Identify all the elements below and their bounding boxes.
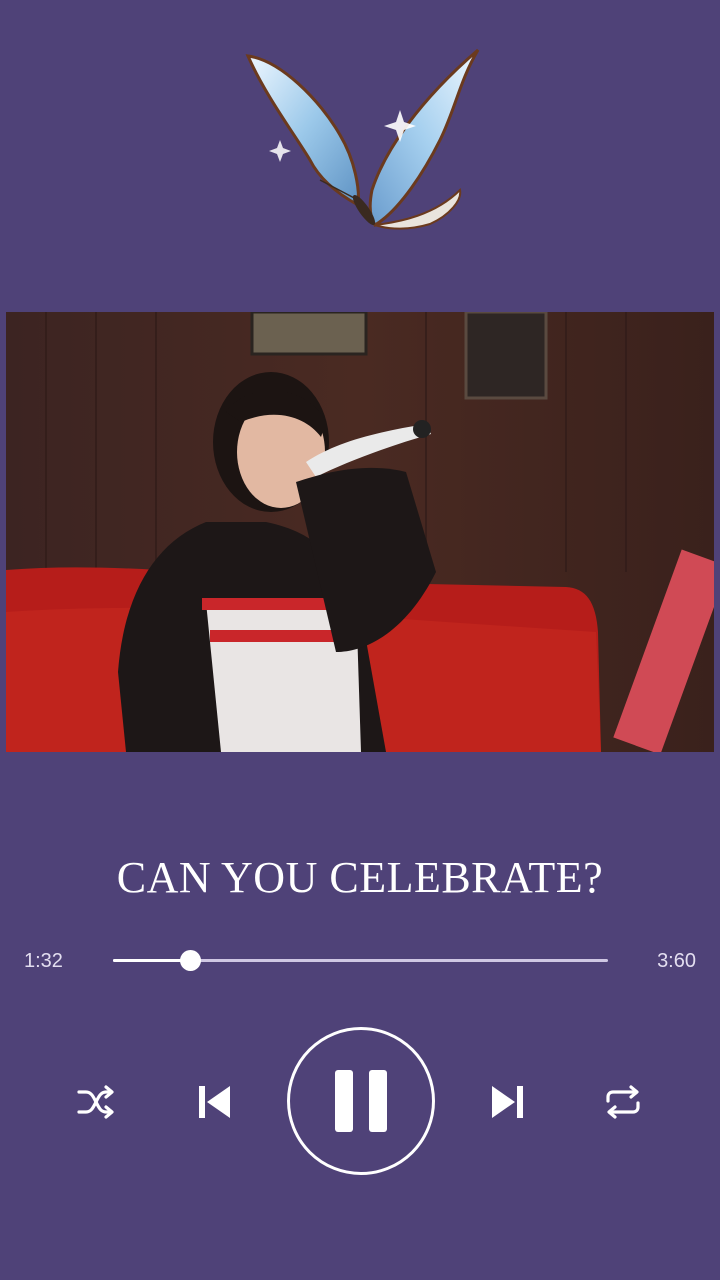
album-art-photo bbox=[6, 312, 714, 752]
previous-button[interactable] bbox=[190, 1078, 238, 1126]
shuffle-button[interactable] bbox=[74, 1080, 118, 1124]
butterfly-icon bbox=[240, 40, 490, 240]
repeat-button[interactable] bbox=[600, 1080, 646, 1124]
next-button[interactable] bbox=[484, 1078, 532, 1126]
progress-fill bbox=[113, 959, 190, 962]
shuffle-icon bbox=[77, 1085, 114, 1119]
song-title: CAN YOU CELEBRATE? bbox=[116, 853, 604, 902]
progress-slider[interactable] bbox=[113, 950, 608, 971]
skip-previous-icon bbox=[199, 1086, 230, 1118]
skip-next-icon bbox=[492, 1086, 523, 1118]
repeat-icon bbox=[606, 1085, 640, 1119]
total-time: 3:60 bbox=[657, 950, 696, 972]
pause-icon bbox=[335, 1070, 387, 1132]
pause-button[interactable] bbox=[287, 1027, 435, 1175]
elapsed-time: 1:32 bbox=[24, 950, 63, 972]
progress-handle[interactable] bbox=[179, 950, 201, 971]
